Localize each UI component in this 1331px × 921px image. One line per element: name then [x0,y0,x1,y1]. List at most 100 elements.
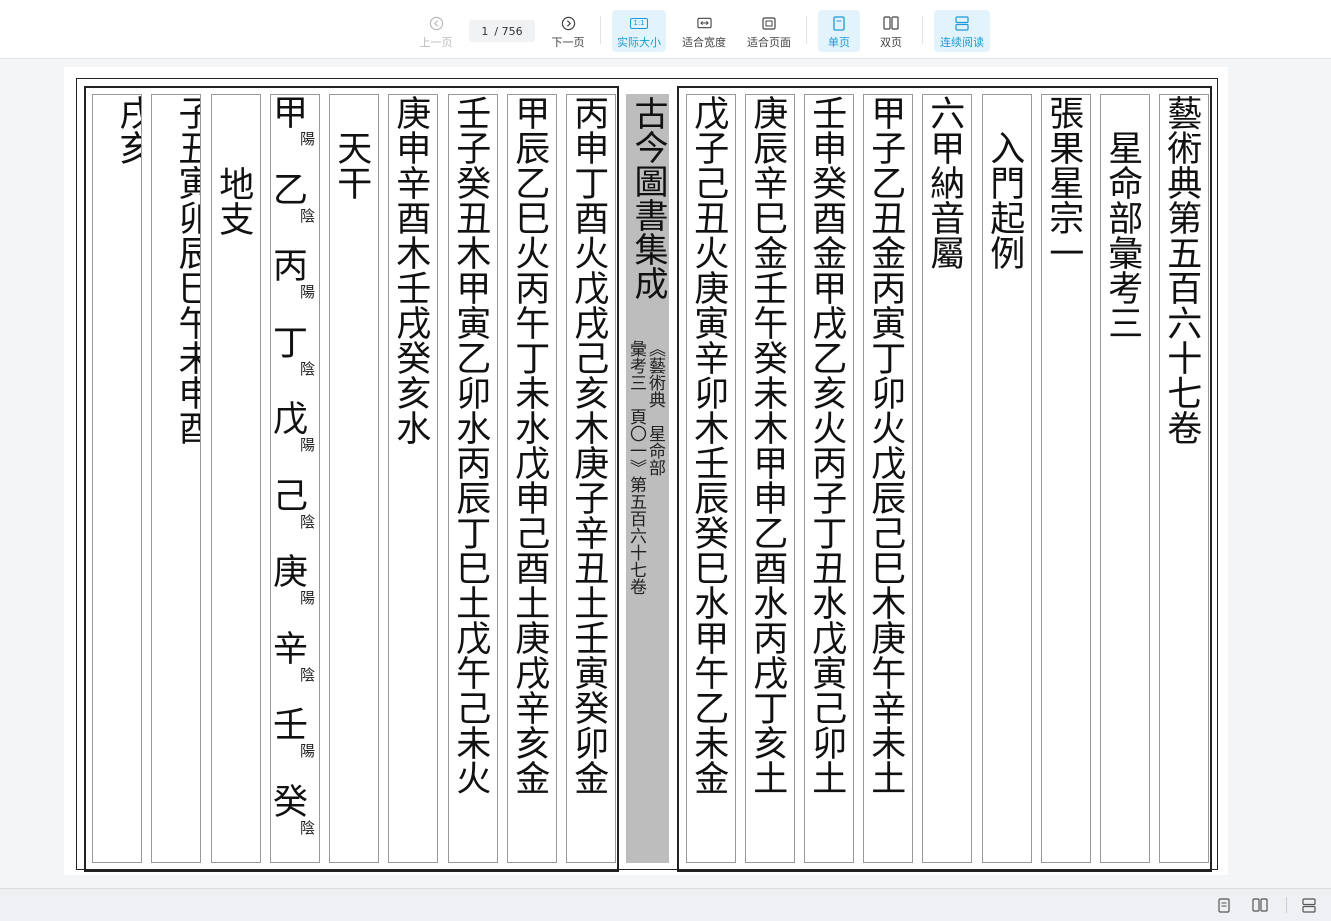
yin-yang-annotation: 陽 [300,283,316,301]
fit-page-button[interactable]: 适合页面 [744,10,794,52]
stem-item: 丙陽 [273,248,319,308]
yin-yang-annotation: 陰 [300,818,316,837]
text-column: 入門起例 [982,94,1032,863]
double-page-view-icon[interactable] [1252,897,1268,913]
single-page-button[interactable]: 单页 [818,10,860,52]
actual-size-icon: 1:1 [630,15,648,31]
yin-yang-annotation: 陽 [300,130,316,148]
column-text: 丙申丁酉火戊戌己亥木庚子辛丑土壬寅癸卯金 [568,95,609,795]
text-column: 張果星宗一 [1041,94,1091,863]
text-column: 六甲納音屬 [922,94,972,863]
actual-size-label: 实际大小 [617,36,661,49]
spine-detail: 《藝術典 星命部 彙考三 頁〇一》第五百六十七卷 [626,340,665,595]
next-page-label: 下一页 [551,36,585,49]
stem-character: 癸 [273,782,309,823]
column-text: 甲辰乙巳火丙午丁未水戊申己酉土庚戌辛亥金 [509,95,550,795]
column-text: 戌亥 [113,95,142,165]
yin-yang-annotation: 陽 [300,589,316,607]
column-text: 甲子乙丑金丙寅丁卯火戊辰己巳木庚午辛未土 [865,95,906,795]
single-page-label: 单页 [828,36,850,49]
page-indicator[interactable]: 1 / 756 [469,20,535,42]
column-text: 入門起例 [984,95,1025,270]
stem-character: 壬 [273,706,309,746]
single-page-icon [833,15,845,31]
actual-size-button[interactable]: 1:1 实际大小 [612,10,666,52]
double-page-icon [883,15,899,31]
toolbar-divider [600,16,601,44]
stem-character: 乙 [273,170,309,211]
column-text: 庚申辛酉木壬戌癸亥水 [390,95,431,445]
continuous-read-button[interactable]: 连续阅读 [934,10,990,52]
single-page-view-icon[interactable] [1218,897,1230,913]
column-text: 壬子癸丑木甲寅乙卯水丙辰丁巳土戊午己未火 [450,95,491,795]
double-page-button[interactable]: 双页 [870,10,912,52]
yin-yang-annotation: 陽 [300,742,316,760]
text-column: 丙申丁酉火戊戌己亥木庚子辛丑土壬寅癸卯金 [566,94,616,863]
fit-page-icon [762,15,776,31]
continuous-view-icon[interactable] [1302,897,1316,913]
stem-item: 丁陰 [273,325,319,385]
yin-yang-annotation: 陰 [300,665,316,684]
text-column: 天干 [329,94,379,863]
column-text: 子丑寅卯辰巳午未申酉 [172,95,201,445]
column-text: 壬申癸酉金甲戌乙亥火丙子丁丑水戊寅己卯土 [806,95,847,795]
prev-page-label: 上一页 [419,36,453,49]
toolbar-divider [922,16,923,44]
column-text: 戊子己丑火庚寅辛卯木壬辰癸巳水甲午乙未金 [688,95,729,795]
chevron-left-circle-icon [429,15,444,31]
viewer-toolbar: 上一页 1 / 756 下一页 1:1 实际大小 适合宽度 适合页面 单页 双页… [0,0,1331,59]
yin-yang-annotation: 陰 [300,359,316,378]
stem-item: 乙陰 [273,172,319,232]
stem-item: 甲陽 [273,95,319,155]
actual-size-badge: 1:1 [630,17,648,29]
yin-yang-annotation: 陰 [300,512,316,531]
stem-character: 己 [273,476,309,517]
chevron-right-circle-icon [561,15,576,31]
branches-column: 子丑寅卯辰巳午未申酉 [151,94,201,863]
status-divider [1286,897,1287,913]
text-column: 戊子己丑火庚寅辛卯木壬辰癸巳水甲午乙未金 [686,94,736,863]
fit-page-label: 适合页面 [747,36,791,49]
branches-column: 戌亥 [92,94,142,863]
column-text: 張果星宗一 [1043,95,1084,270]
column-text: 星命部彙考三 [1102,95,1143,340]
current-page-input[interactable]: 1 [481,25,488,38]
yin-yang-annotation: 陰 [300,206,316,225]
stem-character: 丁 [273,323,309,364]
column-text: 六甲納音屬 [924,95,965,270]
stem-item: 癸陰 [273,784,319,844]
stem-character: 甲 [273,94,309,134]
column-text: 庚辰辛巳金壬午癸未木甲申乙酉水丙戌丁亥土 [747,95,788,795]
next-page-button[interactable]: 下一页 [548,10,588,52]
stem-item: 庚陽 [273,554,319,614]
total-pages: / 756 [494,24,523,38]
stem-character: 庚 [273,553,309,593]
spine-title: 古今圖書集成 [628,96,668,300]
status-bar [0,888,1331,921]
stem-item: 壬陽 [273,707,319,767]
fit-width-label: 适合宽度 [682,36,726,49]
yin-yang-annotation: 陽 [300,436,316,454]
continuous-scroll-icon [955,15,969,31]
book-spine: 古今圖書集成 《藝術典 星命部 彙考三 頁〇一》第五百六十七卷 [626,94,669,863]
toolbar-divider [806,16,807,44]
stem-item: 戊陽 [273,401,319,461]
column-text: 藝術典第五百六十七卷 [1161,95,1202,445]
text-column: 藝術典第五百六十七卷 [1159,94,1209,863]
continuous-read-label: 连续阅读 [940,36,984,49]
text-column: 壬申癸酉金甲戌乙亥火丙子丁丑水戊寅己卯土 [804,94,854,863]
text-column: 壬子癸丑木甲寅乙卯水丙辰丁巳土戊午己未火 [448,94,498,863]
prev-page-button[interactable]: 上一页 [416,10,456,52]
stems-column: 甲陽乙陰丙陽丁陰戊陽己陰庚陽辛陰壬陽癸陰 [270,94,320,863]
fit-width-icon [696,15,712,31]
column-text: 天干 [331,95,372,200]
text-column: 地支 [211,94,261,863]
stem-character: 丙 [273,247,309,287]
fit-width-button[interactable]: 适合宽度 [678,10,730,52]
stem-item: 辛陰 [273,631,319,691]
text-column: 甲辰乙巳火丙午丁未水戊申己酉土庚戌辛亥金 [507,94,557,863]
stem-character: 戊 [273,400,309,440]
stem-character: 辛 [273,629,309,670]
stem-item: 己陰 [273,478,319,538]
text-column: 庚申辛酉木壬戌癸亥水 [388,94,438,863]
